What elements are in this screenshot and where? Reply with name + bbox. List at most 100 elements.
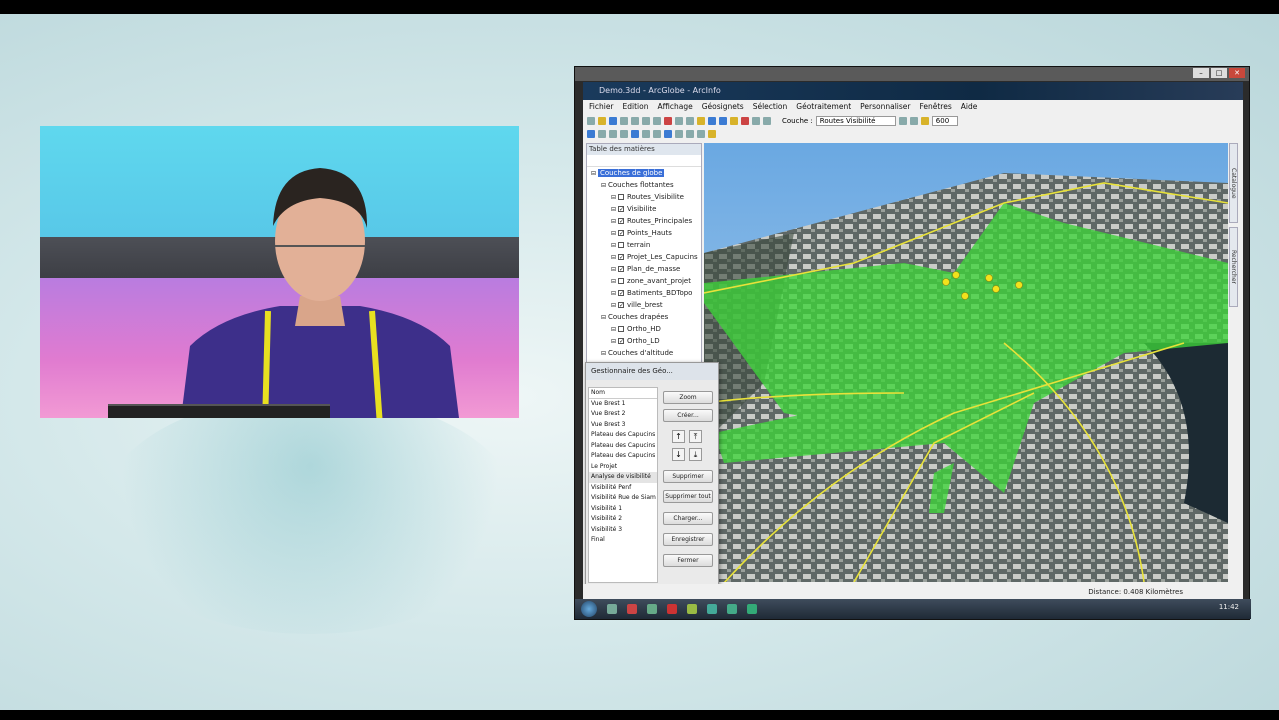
bookmark-item[interactable]: Visibilité 1 <box>589 504 657 515</box>
save-dropdown-button[interactable]: Enregistrer <box>663 533 713 546</box>
menu-7[interactable]: Fenêtres <box>919 100 951 114</box>
bookmark-item[interactable]: Plateau des Capucins 2 <box>589 441 657 452</box>
layer-checkbox[interactable] <box>617 326 624 332</box>
redo-icon[interactable] <box>686 116 694 125</box>
expand-icon[interactable]: ⊟ <box>611 230 618 237</box>
expand-icon[interactable]: ⊟ <box>591 170 598 177</box>
expand-icon[interactable]: ⊟ <box>601 350 608 357</box>
full-extent-icon[interactable] <box>642 129 650 138</box>
layer-checkbox[interactable]: ✓ <box>617 206 624 213</box>
layer-tool-icon[interactable] <box>909 116 918 125</box>
zoom-value-input[interactable]: 600 <box>931 115 958 126</box>
toc-layer[interactable]: ⊟ Couches d'altitude <box>587 347 701 359</box>
expand-icon[interactable]: ⊟ <box>611 242 618 249</box>
new-icon[interactable] <box>587 116 595 125</box>
measure-icon[interactable] <box>675 129 683 138</box>
save-icon[interactable] <box>609 116 617 125</box>
taskbar-app-icon[interactable] <box>727 604 737 614</box>
bookmark-item[interactable]: Le Projet <box>589 462 657 473</box>
select-icon[interactable] <box>653 129 661 138</box>
goto-icon[interactable] <box>697 129 705 138</box>
layer-checkbox[interactable] <box>617 194 624 200</box>
expand-icon[interactable]: ⊟ <box>611 218 618 225</box>
print-icon[interactable] <box>620 116 628 125</box>
toc-layer[interactable]: ⊟ ✓ ville_brest <box>587 299 701 311</box>
delete-all-button[interactable]: Supprimer tout <box>663 490 713 503</box>
layer-checkbox[interactable]: ✓ <box>617 266 624 273</box>
layer-dropdown[interactable]: Routes Visibilité <box>815 115 896 126</box>
toc-layer[interactable]: ⊟ ✓ Routes_Principales <box>587 215 701 227</box>
expand-icon[interactable]: ⊟ <box>601 314 608 321</box>
toc-layer[interactable]: ⊟ Routes_Visibilite <box>587 191 701 203</box>
bookmark-item[interactable]: Vue Brest 1 <box>589 399 657 410</box>
side-tab[interactable]: Rechercher <box>1229 227 1238 307</box>
toc-layer[interactable]: ⊟ ✓ Visibilite <box>587 203 701 215</box>
menu-6[interactable]: Personnaliser <box>860 100 910 114</box>
expand-icon[interactable]: ⊟ <box>611 338 618 345</box>
expand-icon[interactable]: ⊟ <box>601 182 608 189</box>
find-icon[interactable] <box>686 129 694 138</box>
expand-icon[interactable]: ⊟ <box>611 194 618 201</box>
bookmark-list[interactable]: Nom Vue Brest 1 Vue Brest 2 Vue Brest 3 Pla… <box>588 387 658 583</box>
expand-icon[interactable]: ⊟ <box>611 278 618 285</box>
move-bottom-button[interactable]: ⤓ <box>689 448 702 461</box>
toc-layer[interactable]: ⊟ ✓ Plan_de_masse <box>587 263 701 275</box>
python-icon[interactable] <box>752 116 760 125</box>
menu-5[interactable]: Géotraitement <box>796 100 851 114</box>
toc-layer[interactable]: ⊟ Couches flottantes <box>587 179 701 191</box>
fly-icon[interactable] <box>609 129 617 138</box>
pan-icon[interactable] <box>598 129 606 138</box>
layer-checkbox[interactable]: ✓ <box>617 230 624 237</box>
bookmark-icon[interactable] <box>708 129 716 138</box>
bookmark-item[interactable]: Visibilité Penf <box>589 483 657 494</box>
expand-icon[interactable]: ⊟ <box>611 254 618 261</box>
taskbar-app-icon[interactable] <box>627 604 637 614</box>
layer-tool-icon[interactable] <box>920 116 929 125</box>
taskbar-app-icon[interactable] <box>647 604 657 614</box>
menu-8[interactable]: Aide <box>961 100 978 114</box>
taskbar-app-icon[interactable] <box>687 604 697 614</box>
bookmark-item[interactable]: Plateau des Capucins 1 <box>589 430 657 441</box>
bookmark-item[interactable]: Visibilité Rue de Siam <box>589 493 657 504</box>
undo-icon[interactable] <box>675 116 683 125</box>
layer-tool-icon[interactable] <box>898 116 907 125</box>
help-icon[interactable] <box>763 116 771 125</box>
layer-checkbox[interactable]: ✓ <box>617 218 624 225</box>
cut-icon[interactable] <box>631 116 639 125</box>
toc-layer[interactable]: ⊟ terrain <box>587 239 701 251</box>
maximize-button[interactable]: □ <box>1211 68 1227 78</box>
toc-layer[interactable]: ⊟ ✓ Batiments_BDTopo <box>587 287 701 299</box>
copy-icon[interactable] <box>642 116 650 125</box>
expand-icon[interactable]: ⊟ <box>611 302 618 309</box>
toc-layer[interactable]: ⊟ ✓ Ortho_LD <box>587 335 701 347</box>
layer-checkbox[interactable]: ✓ <box>617 290 624 297</box>
taskbar-app-icon[interactable] <box>667 604 677 614</box>
catalog-icon[interactable] <box>719 116 727 125</box>
layer-checkbox[interactable]: ✓ <box>617 302 624 309</box>
close-dialog-button[interactable]: Fermer <box>663 554 713 567</box>
bookmark-item[interactable]: Plateau des Capucins 3 <box>589 451 657 462</box>
toolbox-icon[interactable] <box>741 116 749 125</box>
navigate-icon[interactable] <box>587 129 595 138</box>
column-header-name[interactable]: Nom <box>589 388 657 399</box>
toc-layer[interactable]: ⊟ Ortho_HD <box>587 323 701 335</box>
layer-checkbox[interactable] <box>617 242 624 248</box>
toc-layer[interactable]: ⊟ zone_avant_projet <box>587 275 701 287</box>
delete-button[interactable]: Supprimer <box>663 470 713 483</box>
menu-0[interactable]: Fichier <box>589 100 614 114</box>
bookmark-item[interactable]: Vue Brest 2 <box>589 409 657 420</box>
start-button[interactable] <box>581 601 597 617</box>
delete-icon[interactable] <box>664 116 672 125</box>
expand-icon[interactable]: ⊟ <box>611 206 618 213</box>
load-button[interactable]: Charger... <box>663 512 713 525</box>
toc-layer[interactable]: ⊟ ✓ Points_Hauts <box>587 227 701 239</box>
open-icon[interactable] <box>598 116 606 125</box>
side-tab[interactable]: Catalogue <box>1229 143 1238 223</box>
paste-icon[interactable] <box>653 116 661 125</box>
expand-icon[interactable]: ⊟ <box>611 326 618 333</box>
taskbar-app-icon[interactable] <box>747 604 757 614</box>
globe-icon[interactable] <box>631 129 639 138</box>
bookmark-item[interactable]: Visibilité 3 <box>589 525 657 536</box>
expand-icon[interactable]: ⊟ <box>611 290 618 297</box>
taskbar-app-icon[interactable] <box>607 604 617 614</box>
